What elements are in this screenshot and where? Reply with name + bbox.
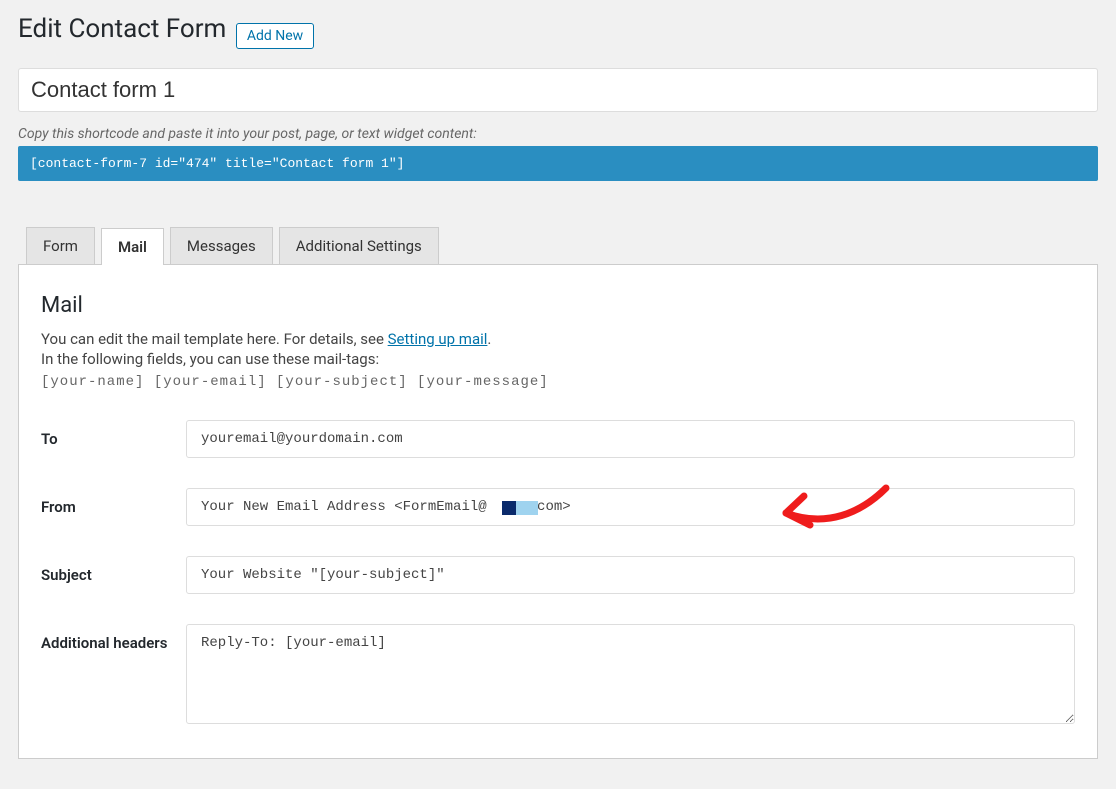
page-title: Edit Contact Form [18,14,226,44]
setting-up-mail-link[interactable]: Setting up mail [388,330,488,348]
tab-mail[interactable]: Mail [101,228,164,265]
shortcode-bar[interactable]: [contact-form-7 id="474" title="Contact … [18,146,1098,181]
mail-tags-intro: In the following fields, you can use the… [41,350,1075,368]
from-input[interactable] [186,488,1075,526]
mail-heading: Mail [41,293,1075,318]
subject-row: Subject [41,556,1075,594]
tab-bar: Form Mail Messages Additional Settings [26,227,1098,264]
mail-desc-prefix: You can edit the mail template here. For… [41,330,388,348]
to-input[interactable] [186,420,1075,458]
mail-description: You can edit the mail template here. For… [41,330,1075,348]
subject-label: Subject [41,556,186,584]
additional-headers-input[interactable] [186,624,1075,724]
subject-input[interactable] [186,556,1075,594]
shortcode-hint: Copy this shortcode and paste it into yo… [18,126,1098,142]
tab-messages[interactable]: Messages [170,227,273,264]
from-label: From [41,488,186,516]
to-label: To [41,420,186,448]
from-row: From [41,488,1075,526]
tab-form[interactable]: Form [26,227,95,264]
additional-headers-row: Additional headers [41,624,1075,728]
tab-additional-settings[interactable]: Additional Settings [279,227,439,264]
redaction-overlay [506,500,538,516]
to-row: To [41,420,1075,458]
additional-headers-label: Additional headers [41,624,186,652]
mail-desc-suffix: . [487,330,491,348]
form-title-input[interactable] [18,68,1098,112]
mail-panel: Mail You can edit the mail template here… [18,264,1098,759]
add-new-button[interactable]: Add New [236,23,314,49]
mail-tags-list: [your-name] [your-email] [your-subject] … [41,374,1075,390]
